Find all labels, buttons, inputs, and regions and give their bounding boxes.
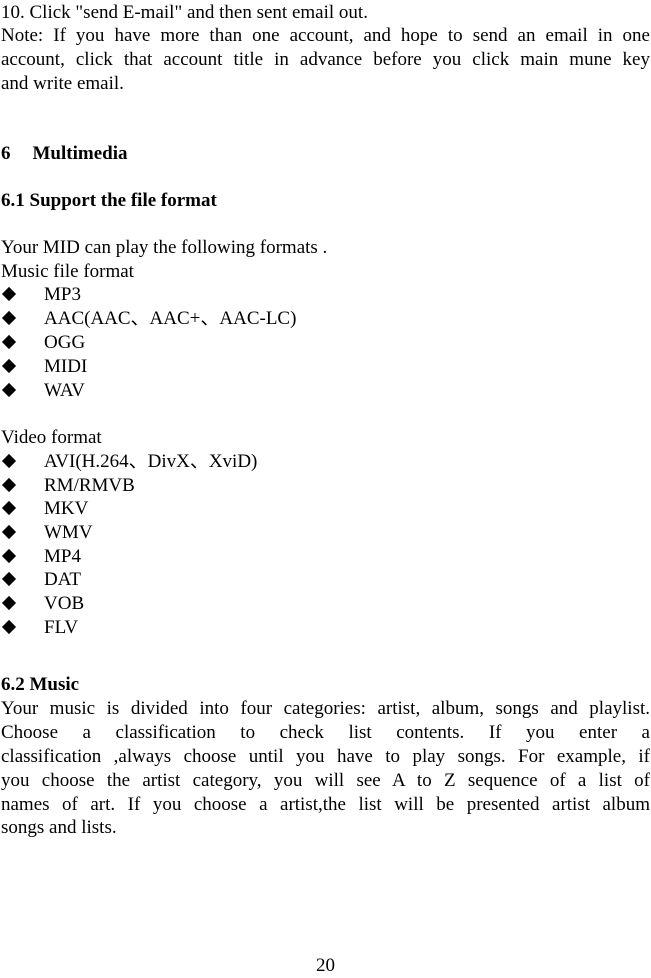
music-body-line-1: Your music is divided into four categori…	[1, 698, 650, 719]
music-body-line-2: Choose a classification to check list co…	[1, 722, 650, 743]
diamond-bullet-icon	[1, 310, 17, 326]
music-body-line-4: you choose the artist category, you will…	[1, 770, 650, 791]
page-number: 20	[316, 955, 335, 976]
diamond-bullet-icon	[1, 595, 17, 611]
diamond-bullet-icon	[1, 548, 17, 564]
section-6-number: 6	[1, 143, 11, 164]
diamond-bullet-icon	[1, 571, 17, 587]
diamond-bullet-icon	[1, 619, 17, 635]
step-10-text: 10. Click "send E-mail" and then sent em…	[1, 2, 368, 23]
diamond-bullet-icon	[1, 334, 17, 350]
video-format-item: AVI(H.264、DivX、XviD)	[44, 451, 258, 472]
diamond-bullet-icon	[1, 382, 17, 398]
diamond-bullet-icon	[1, 286, 17, 302]
music-body-line-3: classification ,always choose until you …	[1, 746, 650, 767]
diamond-bullet-icon	[1, 477, 17, 493]
section-6-heading: 6 Multimedia	[1, 142, 128, 166]
video-format-item: MP4	[44, 546, 81, 567]
video-format-item: VOB	[44, 593, 85, 614]
video-format-item: WMV	[44, 522, 93, 543]
music-format-item: OGG	[44, 332, 86, 353]
music-format-item: AAC(AAC、AAC+、AAC-LC)	[44, 308, 297, 329]
formats-intro: Your MID can play the following formats …	[1, 237, 328, 258]
video-format-item: FLV	[44, 617, 79, 638]
video-format-item: DAT	[44, 569, 81, 590]
video-format-label: Video format	[1, 427, 102, 448]
note-line-2: account, click that account title in adv…	[1, 49, 650, 70]
diamond-bullet-icon	[1, 358, 17, 374]
section-6-2-heading: 6.2 Music	[1, 674, 80, 695]
music-format-label: Music file format	[1, 261, 134, 282]
music-body-line-6: songs and lists.	[1, 817, 117, 838]
music-format-item: MIDI	[44, 356, 88, 377]
note-line-3: and write email.	[1, 73, 124, 94]
video-format-item: MKV	[44, 498, 89, 519]
note-line-1: Note: If you have more than one account,…	[1, 25, 650, 46]
music-format-item: WAV	[44, 380, 85, 401]
diamond-bullet-icon	[1, 524, 17, 540]
diamond-bullet-icon	[1, 500, 17, 516]
music-body-line-5: names of art. If you choose a artist,the…	[1, 794, 650, 815]
section-6-title: Multimedia	[32, 143, 128, 164]
diamond-bullet-icon	[1, 453, 17, 469]
music-format-item: MP3	[44, 284, 81, 305]
section-6-1-heading: 6.1 Support the file format	[1, 190, 217, 211]
video-format-item: RM/RMVB	[44, 475, 135, 496]
